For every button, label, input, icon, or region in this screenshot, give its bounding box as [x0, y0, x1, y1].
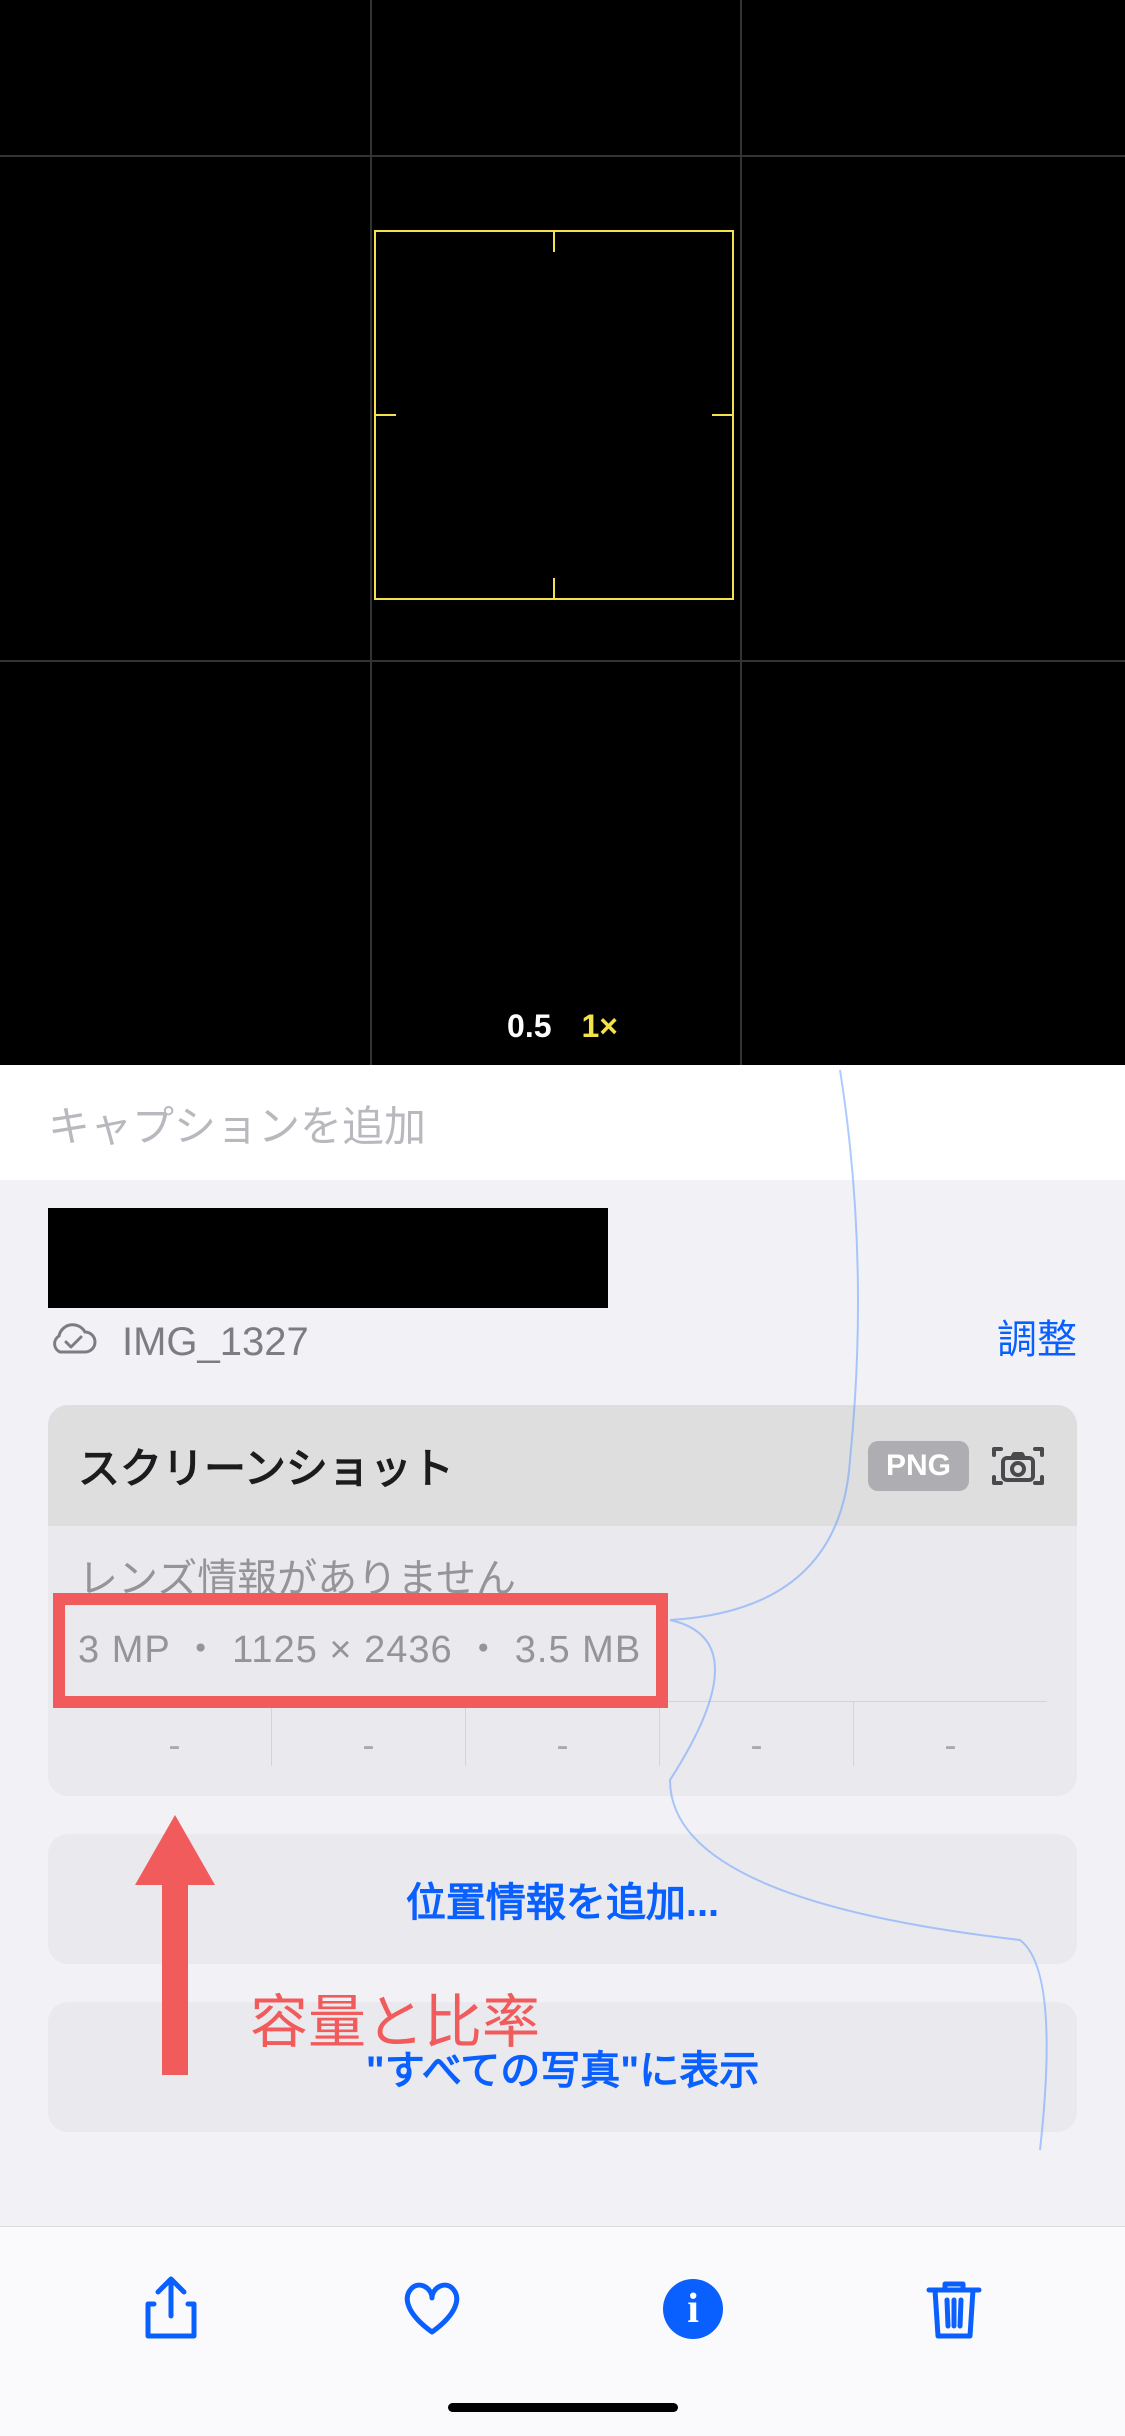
caption-input[interactable]: キャプションを追加: [0, 1065, 1125, 1180]
redacted-timestamp: [48, 1208, 608, 1308]
info-icon: i: [663, 2279, 723, 2339]
camera-focus-box: [374, 230, 734, 600]
zoom-1x: 1×: [582, 1008, 618, 1045]
annotation-highlight: [53, 1593, 668, 1708]
file-name: IMG_1327: [122, 1320, 309, 1365]
exif-cell: -: [78, 1702, 272, 1766]
annotation-arrow: [125, 1815, 225, 2085]
exif-cell: -: [660, 1702, 854, 1766]
grid-line: [0, 155, 1125, 157]
info-title: スクリーンショット: [78, 1435, 454, 1496]
annotation-label: 容量と比率: [250, 1975, 540, 2059]
adjust-button[interactable]: 調整: [997, 1307, 1077, 1365]
grid-line: [740, 0, 742, 1065]
zoom-controls: 0.5 1×: [0, 1008, 1125, 1045]
camera-icon[interactable]: [989, 1441, 1047, 1491]
grid-line: [370, 0, 372, 1065]
favorite-button[interactable]: [392, 2269, 472, 2349]
file-header: IMG_1327 調整: [0, 1180, 1125, 1393]
share-button[interactable]: [131, 2269, 211, 2349]
cloud-synced-icon: [48, 1320, 98, 1365]
format-badge: PNG: [868, 1441, 969, 1491]
exif-cell: -: [854, 1702, 1047, 1766]
delete-button[interactable]: [914, 2269, 994, 2349]
info-button[interactable]: i: [653, 2269, 733, 2349]
bottom-toolbar: i: [0, 2226, 1125, 2436]
grid-line: [0, 660, 1125, 662]
photo-thumbnail[interactable]: 0.5 1×: [0, 0, 1125, 1065]
zoom-0-5: 0.5: [507, 1008, 551, 1045]
exif-cell: -: [272, 1702, 466, 1766]
screenshot-info-card: スクリーンショット PNG レンズ情報がありません 3 MP ・ 1125 × …: [48, 1405, 1077, 1796]
exif-row: - - - - -: [78, 1701, 1047, 1796]
exif-cell: -: [466, 1702, 660, 1766]
caption-placeholder: キャプションを追加: [48, 1103, 426, 1150]
home-indicator[interactable]: [448, 2403, 678, 2412]
